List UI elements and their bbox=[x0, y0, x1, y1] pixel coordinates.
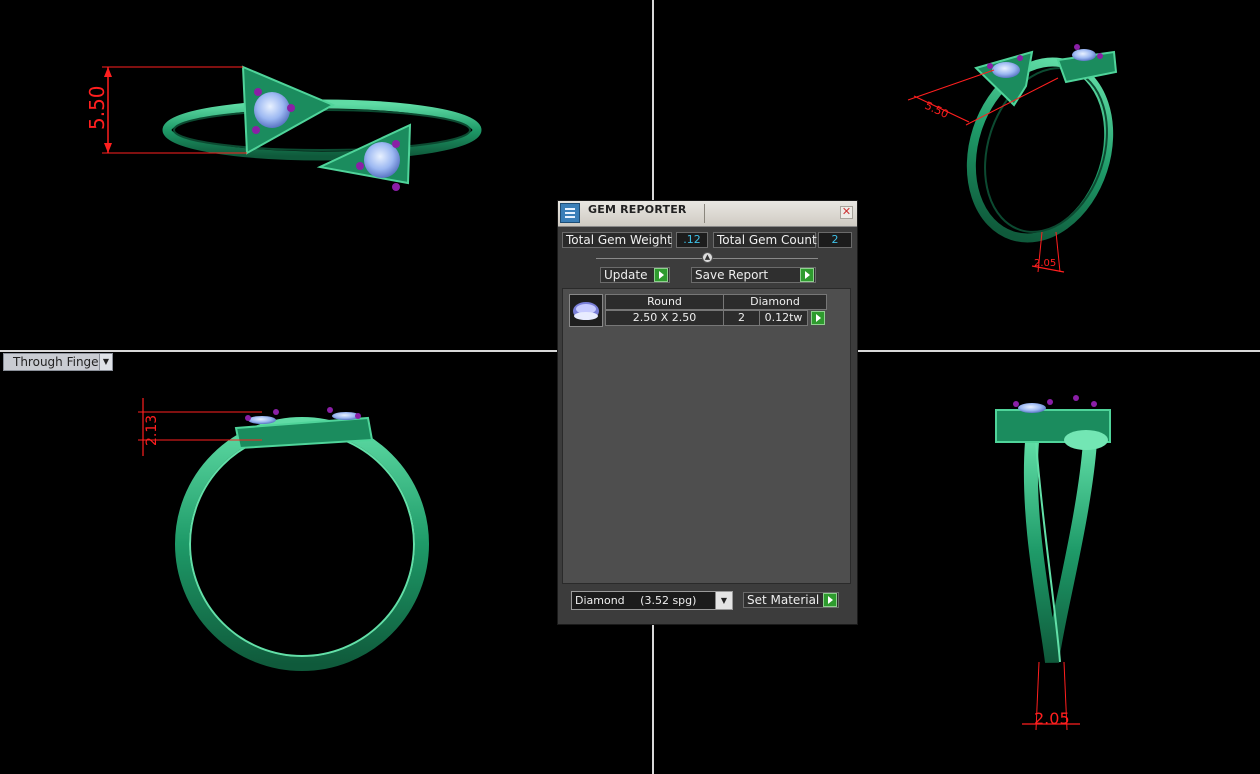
view-name: Through Finger bbox=[13, 355, 104, 369]
close-icon[interactable]: ✕ bbox=[840, 206, 853, 219]
ring-model-front bbox=[175, 407, 429, 671]
total-gem-count-value: 2 bbox=[818, 232, 852, 248]
dimension-label: 2.05 bbox=[1034, 709, 1070, 728]
dialog-title: GEM REPORTER bbox=[588, 203, 687, 216]
gem-thumbnail-icon bbox=[569, 294, 603, 327]
total-gem-count-label: Total Gem Count bbox=[713, 232, 817, 248]
gem-weight: 0.12tw bbox=[759, 310, 808, 326]
dropdown-arrow-icon[interactable]: ▼ bbox=[99, 354, 112, 370]
dimension-top: 5.50 bbox=[907, 69, 1059, 126]
ring-model-side bbox=[995, 395, 1111, 663]
viewport-top-left[interactable]: 5.50 bbox=[0, 0, 652, 350]
gem-shape: Round bbox=[605, 294, 724, 310]
play-icon[interactable] bbox=[654, 268, 668, 282]
collapse-icon[interactable]: ▲ bbox=[702, 252, 713, 263]
gem-list[interactable]: Round Diamond 2.50 X 2.50 2 0.12tw bbox=[562, 288, 851, 584]
dimension-label: 2.13 bbox=[144, 415, 160, 446]
ring-model-top bbox=[162, 65, 482, 191]
set-material-label: Set Material bbox=[747, 593, 820, 607]
save-report-label: Save Report bbox=[695, 268, 769, 282]
gem-size: 2.50 X 2.50 bbox=[605, 310, 724, 326]
play-icon[interactable] bbox=[800, 268, 814, 282]
material-select[interactable]: Diamond (3.52 spg) ▼ bbox=[571, 591, 733, 610]
total-gem-weight-label: Total Gem Weight bbox=[562, 232, 672, 248]
material-name: Diamond bbox=[575, 594, 625, 607]
save-report-button[interactable]: Save Report bbox=[691, 267, 816, 283]
gem-reporter-dialog: GEM REPORTER ✕ Total Gem Weight .12 Tota… bbox=[557, 200, 858, 625]
total-gem-weight-value: .12 bbox=[676, 232, 708, 248]
dimension-label: 2.05 bbox=[1034, 258, 1056, 269]
gem-reporter-icon bbox=[560, 203, 580, 223]
viewport-bottom-left[interactable]: 2.13 bbox=[0, 352, 652, 774]
set-material-button[interactable]: Set Material bbox=[743, 592, 839, 608]
dialog-titlebar[interactable]: GEM REPORTER ✕ bbox=[558, 201, 857, 227]
play-icon[interactable] bbox=[811, 311, 825, 325]
gem-material: Diamond bbox=[723, 294, 827, 310]
dimension-width: 2.05 bbox=[1022, 661, 1080, 731]
update-label: Update bbox=[604, 268, 648, 282]
view-selector[interactable]: Through Finger ▼ bbox=[3, 353, 113, 371]
dropdown-arrow-icon[interactable]: ▼ bbox=[715, 592, 732, 609]
dimension-label: 5.50 bbox=[85, 85, 109, 130]
update-button[interactable]: Update bbox=[600, 267, 670, 283]
dimension-label: 5.50 bbox=[923, 99, 951, 121]
title-separator bbox=[704, 204, 705, 223]
gem-count: 2 bbox=[723, 310, 760, 326]
play-icon[interactable] bbox=[823, 593, 837, 607]
material-spg: (3.52 spg) bbox=[640, 594, 697, 607]
